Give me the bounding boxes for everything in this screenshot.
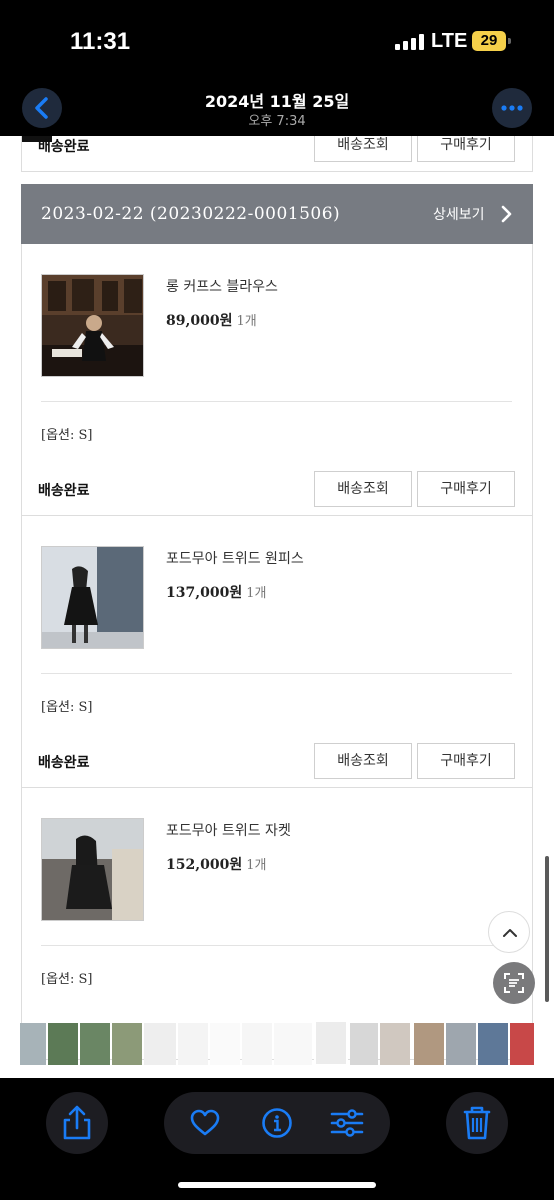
product-price: 137,000원 1개	[166, 582, 266, 602]
scroll-top-button[interactable]	[488, 911, 530, 953]
battery-icon: 29	[472, 31, 506, 51]
divider	[41, 673, 512, 674]
product-option: [옵션: S]	[41, 700, 93, 715]
divider	[41, 945, 512, 946]
review-button[interactable]: 구매후기	[417, 743, 515, 779]
screenshot-content: 배송완료 배송조회 구매후기 2023-02-22 (20230222-0001…	[0, 136, 554, 1078]
track-button[interactable]: 배송조회	[314, 471, 412, 507]
chevron-right-icon[interactable]	[501, 205, 513, 223]
network-label: LTE	[431, 30, 468, 52]
delivery-status: 배송완료	[38, 139, 90, 155]
divider	[41, 401, 512, 402]
product-name[interactable]: 포드무아 트위드 원피스	[166, 548, 304, 568]
product-option: [옵션: S]	[41, 428, 93, 443]
product-price: 89,000원 1개	[166, 310, 257, 330]
chevron-up-icon	[503, 929, 517, 937]
price-value: 137,000원	[166, 585, 243, 601]
live-text-button[interactable]	[493, 962, 535, 1004]
product-image[interactable]	[41, 274, 144, 377]
more-button[interactable]	[492, 88, 532, 128]
product-name[interactable]: 포드무아 트위드 자켓	[166, 820, 291, 840]
status-time: 11:31	[70, 28, 131, 55]
product-image[interactable]	[41, 818, 144, 921]
scrollbar[interactable]	[545, 856, 549, 1002]
text-scan-icon	[504, 973, 524, 993]
review-button[interactable]: 구매후기	[417, 136, 515, 162]
order-item: 포드무아 트위드 원피스 137,000원 1개 [옵션: S] 배송완료 배송조…	[21, 516, 533, 788]
delivery-status: 배송완료	[38, 755, 90, 771]
photo-actions-group	[164, 1092, 390, 1154]
price-value: 152,000원	[166, 857, 243, 873]
product-name[interactable]: 롱 커프스 블라우스	[166, 276, 278, 296]
photo-thumbnail-strip[interactable]	[0, 1020, 554, 1066]
ellipsis-icon	[501, 105, 523, 111]
trash-icon	[463, 1106, 491, 1140]
order-detail-link[interactable]: 상세보기	[433, 204, 485, 224]
heart-icon[interactable]	[190, 1109, 220, 1137]
quantity: 1개	[246, 858, 267, 873]
track-button[interactable]: 배송조회	[314, 743, 412, 779]
price-value: 89,000원	[166, 313, 233, 329]
share-icon	[63, 1105, 91, 1140]
product-price: 152,000원 1개	[166, 854, 266, 874]
product-image[interactable]	[41, 546, 144, 649]
signal-icon	[395, 34, 425, 50]
previous-order-row: 배송완료 배송조회 구매후기	[21, 136, 533, 172]
product-option: [옵션: S]	[41, 972, 93, 987]
battery-tip	[508, 38, 511, 44]
status-bar: 11:31 LTE 29	[0, 0, 554, 84]
track-button[interactable]: 배송조회	[314, 136, 412, 162]
share-button[interactable]	[46, 1092, 108, 1154]
order-header: 2023-02-22 (20230222-0001506) 상세보기	[21, 184, 533, 244]
delete-button[interactable]	[446, 1092, 508, 1154]
order-title: 2023-02-22 (20230222-0001506)	[41, 204, 341, 224]
delivery-status: 배송완료	[38, 483, 90, 499]
info-icon[interactable]	[261, 1107, 293, 1139]
photo-date: 2024년 11월 25일	[204, 92, 350, 111]
review-button[interactable]: 구매후기	[417, 471, 515, 507]
quantity: 1개	[236, 314, 257, 329]
photo-nav-bar: 2024년 11월 25일 오후 7:34	[0, 84, 554, 136]
photo-time: 오후 7:34	[248, 114, 306, 129]
home-indicator[interactable]	[178, 1182, 376, 1188]
sliders-icon[interactable]	[330, 1107, 364, 1139]
quantity: 1개	[246, 586, 267, 601]
order-item: 롱 커프스 블라우스 89,000원 1개 [옵션: S] 배송완료 배송조회 구…	[21, 244, 533, 516]
